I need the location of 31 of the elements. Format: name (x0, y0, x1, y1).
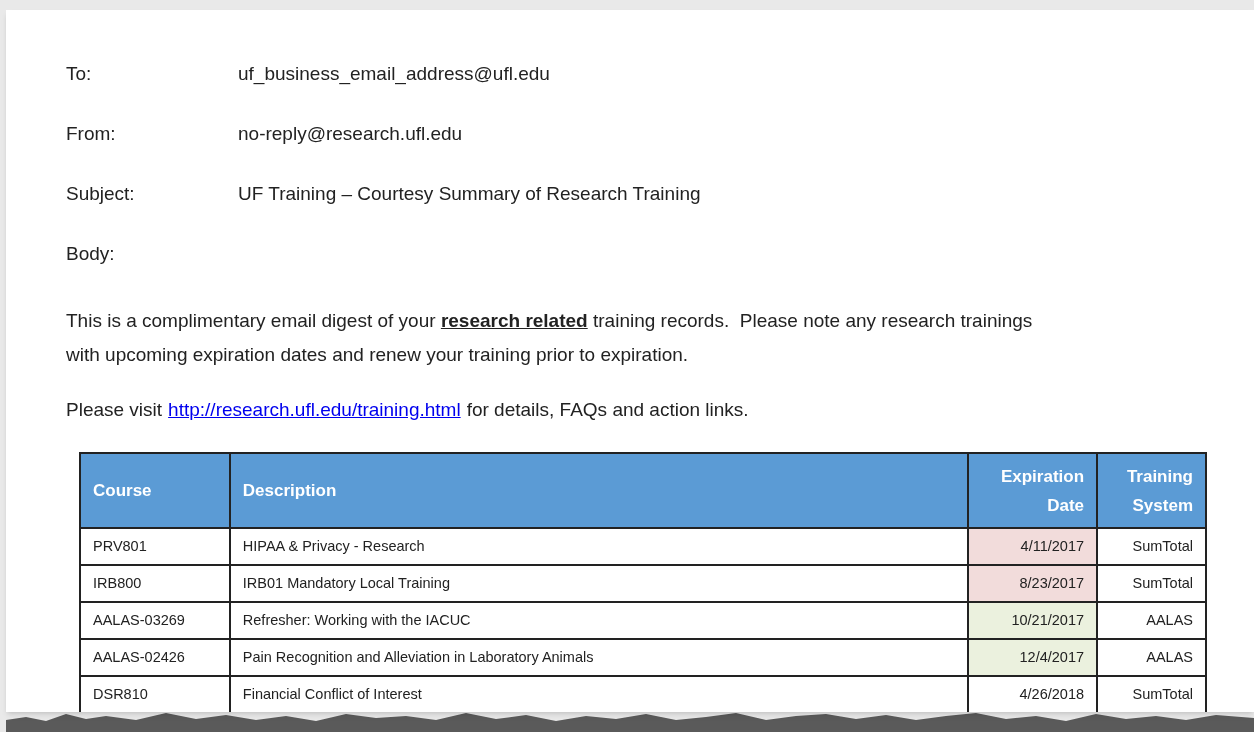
column-header: Course (80, 453, 230, 528)
field-label: To: (66, 62, 93, 86)
table-cell: AALAS-03269 (80, 602, 230, 639)
column-header: Expiration Date (968, 453, 1098, 528)
table-cell: IRB800 (80, 565, 230, 602)
table-cell: SumTotal (1097, 528, 1206, 565)
table-cell: PRV801 (80, 528, 230, 565)
table-cell: 10/21/2017 (968, 602, 1098, 639)
table-cell: Pain Recognition and Alleviation in Laboratory Animals (229, 639, 969, 676)
field-value: uf_business_email_address@ufl.edu (238, 62, 550, 86)
table-cell: Refresher: Working with the IACUC (229, 602, 969, 639)
table-cell: AALAS (1097, 602, 1206, 639)
table-cell: AALAS (1097, 639, 1206, 676)
table-cell: 12/4/2017 (968, 639, 1098, 676)
table-cell: HIPAA & Privacy - Research (229, 528, 969, 565)
table-cell: 4/11/2017 (968, 528, 1098, 565)
field-label: Body: (66, 242, 116, 266)
field-value: no-reply@research.ufl.edu (238, 122, 463, 146)
column-header: Description (229, 453, 969, 528)
body-text: for details, FAQs and action links. (466, 398, 749, 422)
column-header: Training System (1097, 453, 1206, 528)
table-cell: IRB01 Mandatory Local Training (229, 565, 969, 602)
body-text: Please visit (66, 398, 163, 422)
field-label: Subject: (66, 182, 136, 206)
body-paragraph: This is a complimentary email digest of your research related training records. Please note any research trainings with upcoming expiration dates and renew your training prior to expiration. (66, 309, 1034, 367)
training-link[interactable]: http://research.ufl.edu/training.html (168, 398, 461, 422)
field-value: UF Training – Courtesy Summary of Research Training (238, 182, 701, 206)
table-cell: AALAS-02426 (80, 639, 230, 676)
table-cell: 8/23/2017 (968, 565, 1098, 602)
table-cell: SumTotal (1097, 565, 1206, 602)
field-label: From: (66, 122, 117, 146)
